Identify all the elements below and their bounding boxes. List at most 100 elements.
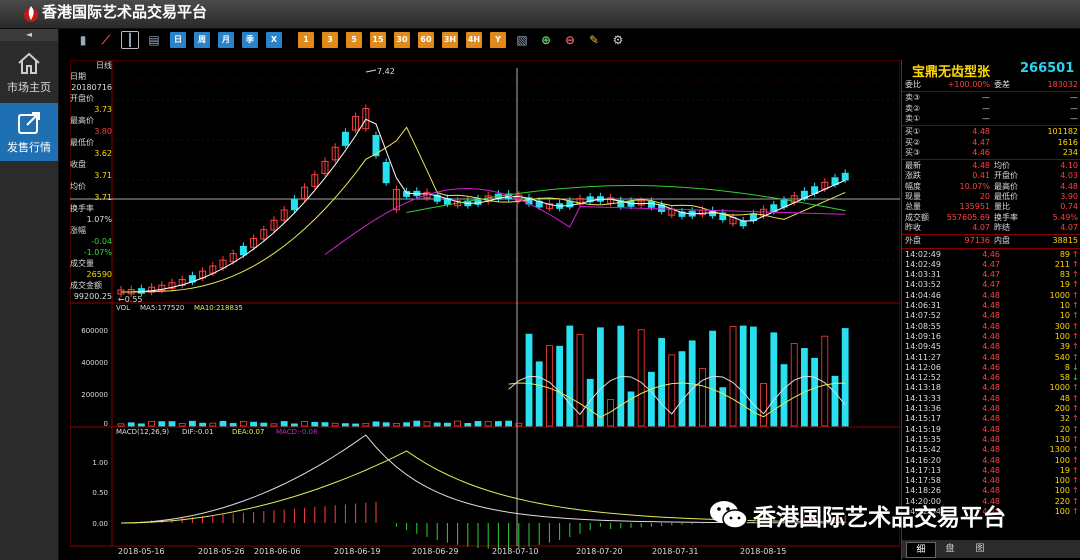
stat-value: 0.41 bbox=[932, 171, 990, 181]
zoom-in-icon[interactable]: ⊕ bbox=[538, 32, 554, 48]
draw-icon[interactable]: ✎ bbox=[586, 32, 602, 48]
settings-icon[interactable]: ⚙ bbox=[610, 32, 626, 48]
tick-volume: 100 bbox=[1012, 332, 1070, 342]
row-value: 183032 bbox=[1022, 80, 1078, 90]
tick-direction: ↑ bbox=[1072, 301, 1079, 311]
info-label: 均价 bbox=[70, 181, 112, 192]
tick-direction: ↑ bbox=[1072, 466, 1079, 476]
nav-item-sale-quotes[interactable]: 发售行情 bbox=[0, 103, 58, 161]
period-3h-button[interactable]: 3H bbox=[442, 32, 458, 48]
volume-bar bbox=[200, 423, 206, 426]
period-week-button[interactable]: 周 bbox=[194, 32, 210, 48]
period-label: 日线 bbox=[70, 60, 112, 71]
tick-time: 14:04:46 bbox=[905, 291, 941, 301]
trade-tick-row: 14:13:36 4.48 200 ↑ bbox=[902, 404, 1080, 414]
period-3min-button[interactable]: 3 bbox=[322, 32, 338, 48]
inner-value: 38815 bbox=[1022, 236, 1078, 246]
period-30min-button[interactable]: 30 bbox=[394, 32, 410, 48]
date-tick-label: 2018-07-20 bbox=[576, 547, 623, 556]
macd-tick-label: 1.00 bbox=[92, 459, 108, 467]
tick-direction: ↑ bbox=[1072, 425, 1079, 435]
tick-time: 14:13:18 bbox=[905, 383, 941, 393]
buy-row: 买② 4.47 1616 bbox=[902, 138, 1080, 148]
stat-value: 135951 bbox=[932, 202, 990, 212]
period-x-button[interactable]: X bbox=[266, 32, 282, 48]
volume-bar bbox=[781, 365, 787, 426]
period-1min-button[interactable]: 1 bbox=[298, 32, 314, 48]
tab-detail[interactable]: 细 bbox=[906, 542, 936, 558]
stat-label: 量比 bbox=[994, 202, 1010, 212]
high-marker-line bbox=[366, 70, 376, 72]
stat-value: 3.90 bbox=[1022, 192, 1078, 202]
tick-direction: ↑ bbox=[1072, 456, 1079, 466]
detail-tabs: 细 盘 图 bbox=[902, 540, 1080, 558]
period-year-button[interactable]: Y bbox=[490, 32, 506, 48]
period-5min-button[interactable]: 5 bbox=[346, 32, 362, 48]
tick-volume: 89 bbox=[1012, 250, 1070, 260]
kline-chart[interactable]: 7.42 ←0.55VOL MA5:177520 MA10:218835 600000 4… bbox=[70, 60, 900, 560]
period-quarter-button[interactable]: 季 bbox=[242, 32, 258, 48]
volume-bar bbox=[189, 421, 195, 426]
volume-bar bbox=[210, 423, 216, 426]
volume-bar bbox=[424, 422, 430, 426]
row-label: 委差 bbox=[994, 80, 1010, 90]
trade-tick-row: 14:18:26 4.48 100 ↑ bbox=[902, 486, 1080, 496]
nav-item-market-home[interactable]: 市场主页 bbox=[0, 43, 58, 101]
period-month-button[interactable]: 月 bbox=[218, 32, 234, 48]
info-label: 日期 bbox=[70, 71, 112, 82]
tab-chart[interactable]: 图 bbox=[966, 542, 994, 556]
tick-time: 14:15:42 bbox=[905, 445, 941, 455]
tick-direction: ↑ bbox=[1072, 353, 1079, 363]
volume-bar bbox=[271, 424, 277, 426]
trade-tick-row: 14:16:20 4.48 100 ↑ bbox=[902, 456, 1080, 466]
info-value: 99200.25 bbox=[70, 291, 112, 302]
volume-bar bbox=[383, 423, 389, 426]
volume-bar bbox=[475, 421, 481, 426]
volume-bar bbox=[801, 348, 807, 426]
tick-time: 14:02:49 bbox=[905, 260, 941, 270]
volume-bar bbox=[332, 423, 338, 426]
tick-volume: 220 bbox=[1012, 497, 1070, 507]
period-15min-button[interactable]: 15 bbox=[370, 32, 386, 48]
tick-direction: ↑ bbox=[1072, 332, 1079, 342]
period-60min-button[interactable]: 60 bbox=[418, 32, 434, 48]
left-nav: ◄ 市场主页 发售行情 bbox=[0, 29, 59, 560]
divider bbox=[902, 248, 1080, 249]
calendar-icon[interactable]: ▤ bbox=[146, 32, 162, 48]
tab-book[interactable]: 盘 bbox=[936, 542, 964, 556]
buy-label: 买③ bbox=[905, 148, 920, 158]
volume-bar bbox=[699, 368, 705, 426]
divider bbox=[902, 234, 1080, 235]
period-4h-button[interactable]: 4H bbox=[466, 32, 482, 48]
volume-bar bbox=[169, 422, 175, 426]
info-label: 涨幅 bbox=[70, 225, 112, 236]
divider bbox=[902, 159, 1080, 160]
macd-value-label: MACD:-0.08 bbox=[276, 428, 317, 436]
trade-tick-row: 14:15:42 4.48 1300 ↑ bbox=[902, 445, 1080, 455]
sell-label: 卖② bbox=[905, 104, 920, 114]
tick-direction: ↓ bbox=[1072, 363, 1079, 373]
tick-price: 4.48 bbox=[942, 322, 1000, 332]
external-link-icon bbox=[15, 109, 43, 137]
tick-time: 14:15:17 bbox=[905, 414, 941, 424]
volume-bar bbox=[404, 423, 410, 426]
tick-price: 4.48 bbox=[942, 435, 1000, 445]
order-ratio-row: 委比 +100.00% 委差 183032 bbox=[902, 80, 1080, 90]
period-day-button[interactable]: 日 bbox=[170, 32, 186, 48]
stat-value: 4.48 bbox=[932, 161, 990, 171]
ma10-line bbox=[121, 127, 845, 292]
volume-bar bbox=[546, 346, 552, 426]
tick-price: 4.48 bbox=[942, 383, 1000, 393]
volume-bar bbox=[149, 421, 155, 426]
bar-chart-icon[interactable]: ▮ bbox=[75, 32, 91, 48]
tick-direction: ↑ bbox=[1072, 342, 1079, 352]
date-tick-label: 2018-07-31 bbox=[652, 547, 699, 556]
collapse-button[interactable]: ◄ bbox=[0, 29, 58, 41]
candlestick-icon[interactable]: ┃ bbox=[122, 32, 138, 48]
ruler-icon[interactable]: ▧ bbox=[514, 32, 530, 48]
line-chart-icon[interactable]: ⟋ bbox=[98, 32, 114, 48]
zoom-out-icon[interactable]: ⊖ bbox=[562, 32, 578, 48]
trade-tick-row: 14:15:35 4.48 130 ↑ bbox=[902, 435, 1080, 445]
volume-bar bbox=[465, 423, 471, 426]
volume-label: VOL bbox=[116, 304, 130, 312]
